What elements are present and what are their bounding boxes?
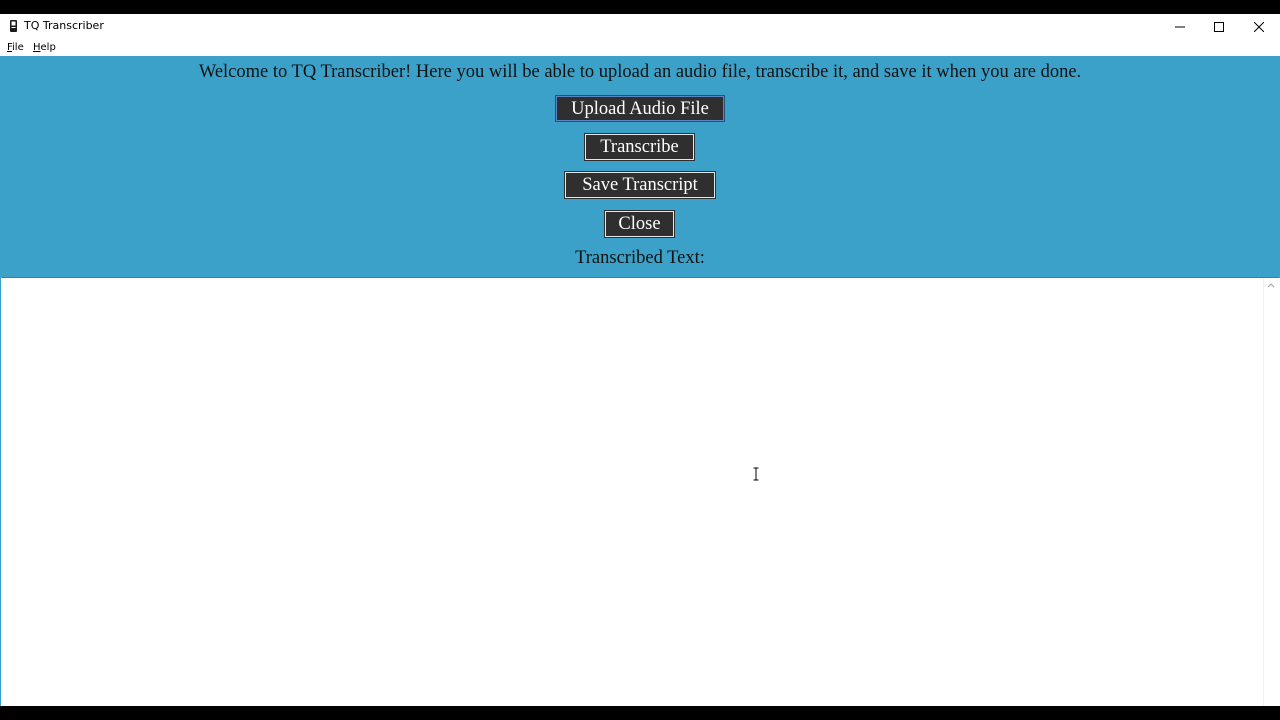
screen: TQ Transcriber File Help Welcome to TQ T… [0, 0, 1280, 720]
app-window: TQ Transcriber File Help Welcome to TQ T… [0, 14, 1280, 706]
menu-file-label: ile [12, 42, 24, 53]
window-title: TQ Transcriber [24, 19, 104, 32]
upload-audio-file-button[interactable]: Upload Audio File [556, 96, 724, 121]
close-window-button[interactable] [1239, 14, 1279, 40]
window-left-edge [0, 56, 1, 706]
menu-help-mnemonic: H [33, 42, 41, 53]
transcript-textarea[interactable] [2, 278, 1263, 706]
app-icon [10, 20, 17, 32]
text-cursor-icon [753, 467, 759, 481]
controls-panel: Welcome to TQ Transcriber! Here you will… [0, 56, 1280, 278]
transcript-container [2, 277, 1278, 706]
close-button[interactable]: Close [605, 211, 674, 237]
close-icon [1254, 22, 1264, 32]
maximize-icon [1214, 22, 1224, 32]
save-transcript-button[interactable]: Save Transcript [565, 172, 715, 198]
transcribed-text-label: Transcribed Text: [575, 248, 705, 268]
welcome-message: Welcome to TQ Transcriber! Here you will… [198, 62, 1082, 82]
transcribe-button[interactable]: Transcribe [585, 134, 694, 160]
menu-bar: File Help [0, 40, 1280, 56]
scroll-up-arrow-icon[interactable] [1267, 282, 1275, 288]
transcript-scrollbar[interactable] [1263, 278, 1278, 706]
menu-help[interactable]: Help [33, 41, 56, 54]
title-bar[interactable]: TQ Transcriber [0, 14, 1280, 40]
menu-file[interactable]: File [7, 41, 24, 54]
minimize-icon [1175, 26, 1185, 28]
maximize-button[interactable] [1199, 14, 1239, 40]
menu-help-label: elp [40, 42, 56, 53]
minimize-button[interactable] [1160, 14, 1200, 40]
